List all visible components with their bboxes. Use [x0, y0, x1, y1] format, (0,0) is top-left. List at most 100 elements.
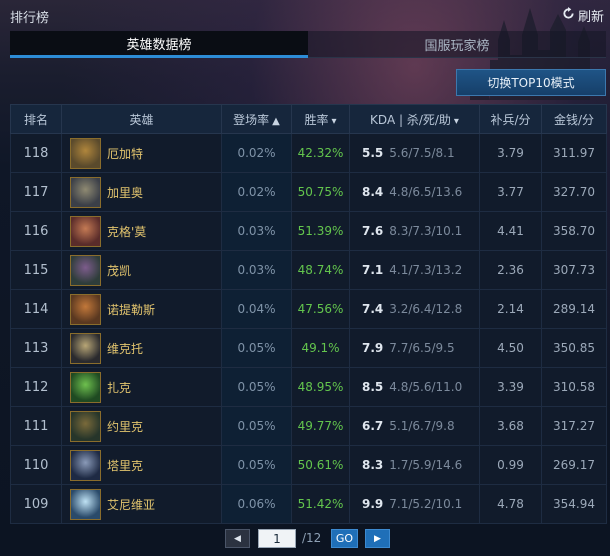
cs-cell: 2.36 [479, 250, 542, 290]
hero-portrait-icon[interactable] [70, 449, 101, 481]
hero-cell[interactable]: 艾尼维亚 [61, 484, 222, 524]
appear-rate-cell: 0.06% [221, 484, 292, 524]
page-number-input[interactable] [258, 529, 296, 548]
column-hero: 英雄 [61, 104, 222, 134]
refresh-button[interactable]: 刷新 [562, 5, 604, 25]
appear-rate-cell: 0.03% [221, 250, 292, 290]
gold-cell: 350.85 [541, 328, 607, 368]
hero-portrait-icon[interactable] [70, 488, 101, 520]
go-button[interactable]: GO [331, 529, 358, 548]
win-rate-cell: 49.77% [291, 406, 350, 446]
tab-hero-data[interactable]: 英雄数据榜 [10, 31, 308, 58]
toggle-top10-button[interactable]: 切换TOP10模式 [456, 69, 606, 96]
cs-cell: 3.68 [479, 406, 542, 446]
hero-cell[interactable]: 克格'莫 [61, 211, 222, 251]
kda-cell: 8.5 4.8/5.6/11.0 [349, 367, 480, 407]
win-rate-cell: 48.74% [291, 250, 350, 290]
cs-cell: 4.41 [479, 211, 542, 251]
kda-cell: 7.1 4.1/7.3/13.2 [349, 250, 480, 290]
table-row[interactable]: 116 克格'莫 0.03% 51.39% 7.6 8.3/7.3/10.1 4.41 358… [10, 211, 607, 251]
hero-name[interactable]: 艾尼维亚 [107, 496, 155, 513]
chevron-down-icon: ▾ [331, 115, 337, 127]
hero-portrait-icon[interactable] [70, 371, 101, 403]
column-gold: 金钱/分 [541, 104, 607, 134]
column-win-rate[interactable]: 胜率 ▾ [291, 104, 350, 134]
appear-rate-cell: 0.03% [221, 211, 292, 251]
hero-name[interactable]: 诺提勒斯 [107, 301, 155, 318]
cs-cell: 3.77 [479, 172, 542, 212]
column-appear-rate[interactable]: 登场率 ▲ [221, 104, 292, 134]
hero-cell[interactable]: 厄加特 [61, 133, 222, 173]
appear-rate-cell: 0.05% [221, 445, 292, 485]
hero-name[interactable]: 塔里克 [107, 457, 143, 474]
hero-name[interactable]: 维克托 [107, 340, 143, 357]
hero-portrait-icon[interactable] [70, 293, 101, 325]
column-cs: 补兵/分 [479, 104, 542, 134]
appear-rate-cell: 0.05% [221, 406, 292, 446]
top-bar: 排行榜 刷新 [0, 0, 610, 30]
kda-breakdown: 4.8/5.6/11.0 [389, 380, 463, 394]
hero-cell[interactable]: 维克托 [61, 328, 222, 368]
hero-cell[interactable]: 约里克 [61, 406, 222, 446]
hero-cell[interactable]: 加里奥 [61, 172, 222, 212]
appear-rate-cell: 0.02% [221, 172, 292, 212]
table-row[interactable]: 117 加里奥 0.02% 50.75% 8.4 4.8/6.5/13.6 3.77 327.… [10, 172, 607, 212]
hero-name[interactable]: 克格'莫 [107, 223, 146, 240]
kda-value: 6.7 [362, 419, 384, 433]
column-rank: 排名 [10, 104, 62, 134]
tab-player-ranking[interactable]: 国服玩家榜 [308, 31, 606, 58]
table-row[interactable]: 113 维克托 0.05% 49.1% 7.9 7.7/6.5/9.5 4.50 350.85 [10, 328, 607, 368]
hero-name[interactable]: 厄加特 [107, 145, 143, 162]
next-page-button[interactable]: ▶ [365, 529, 390, 548]
kda-value: 8.3 [362, 458, 384, 472]
hero-name[interactable]: 约里克 [107, 418, 143, 435]
table-row[interactable]: 114 诺提勒斯 0.04% 47.56% 7.4 3.2/6.4/12.8 2.14 289… [10, 289, 607, 329]
kda-value: 7.4 [362, 302, 384, 316]
cs-cell: 2.14 [479, 289, 542, 329]
kda-value: 9.9 [362, 497, 384, 511]
win-rate-cell: 51.39% [291, 211, 350, 251]
table-row[interactable]: 111 约里克 0.05% 49.77% 6.7 5.1/6.7/9.8 3.68 317.2… [10, 406, 607, 446]
kda-breakdown: 4.1/7.3/13.2 [389, 263, 463, 277]
gold-cell: 354.94 [541, 484, 607, 524]
win-rate-cell: 50.75% [291, 172, 350, 212]
kda-value: 7.6 [362, 224, 384, 238]
hero-portrait-icon[interactable] [70, 176, 101, 208]
hero-name[interactable]: 茂凯 [107, 262, 131, 279]
column-kda[interactable]: KDA | 杀/死/助 ▾ [349, 104, 480, 134]
hero-portrait-icon[interactable] [70, 137, 101, 169]
kda-breakdown: 3.2/6.4/12.8 [389, 302, 463, 316]
rank-cell: 114 [10, 289, 62, 329]
table-row[interactable]: 115 茂凯 0.03% 48.74% 7.1 4.1/7.3/13.2 2.36 307.7… [10, 250, 607, 290]
hero-portrait-icon[interactable] [70, 254, 101, 286]
hero-name[interactable]: 加里奥 [107, 184, 143, 201]
cs-cell: 3.39 [479, 367, 542, 407]
hero-cell[interactable]: 扎克 [61, 367, 222, 407]
hero-cell[interactable]: 茂凯 [61, 250, 222, 290]
win-rate-cell: 51.42% [291, 484, 350, 524]
table-row[interactable]: 109 艾尼维亚 0.06% 51.42% 9.9 7.1/5.2/10.1 4.78 354… [10, 484, 607, 524]
table-row[interactable]: 118 厄加特 0.02% 42.32% 5.5 5.6/7.5/8.1 3.79 311.9… [10, 133, 607, 173]
hero-name[interactable]: 扎克 [107, 379, 131, 396]
gold-cell: 307.73 [541, 250, 607, 290]
refresh-label: 刷新 [577, 9, 604, 25]
kda-cell: 8.3 1.7/5.9/14.6 [349, 445, 480, 485]
hero-portrait-icon[interactable] [70, 215, 101, 247]
hero-cell[interactable]: 塔里克 [61, 445, 222, 485]
hero-portrait-icon[interactable] [70, 332, 101, 364]
gold-cell: 269.17 [541, 445, 607, 485]
table-row[interactable]: 110 塔里克 0.05% 50.61% 8.3 1.7/5.9/14.6 0.99 269.… [10, 445, 607, 485]
hero-portrait-icon[interactable] [70, 410, 101, 442]
chevron-right-icon: ▶ [374, 533, 381, 544]
hero-cell[interactable]: 诺提勒斯 [61, 289, 222, 329]
gold-cell: 317.27 [541, 406, 607, 446]
rank-cell: 118 [10, 133, 62, 173]
table-row[interactable]: 112 扎克 0.05% 48.95% 8.5 4.8/5.6/11.0 3.39 310.5… [10, 367, 607, 407]
rank-cell: 110 [10, 445, 62, 485]
gold-cell: 311.97 [541, 133, 607, 173]
kda-cell: 7.6 8.3/7.3/10.1 [349, 211, 480, 251]
prev-page-button[interactable]: ◀ [225, 529, 250, 548]
refresh-icon [562, 6, 575, 24]
rank-cell: 109 [10, 484, 62, 524]
hero-ranking-table: 排名 英雄 登场率 ▲ 胜率 ▾ KDA | 杀/死/助 ▾ 补兵/分 金钱/分 11… [10, 104, 607, 524]
